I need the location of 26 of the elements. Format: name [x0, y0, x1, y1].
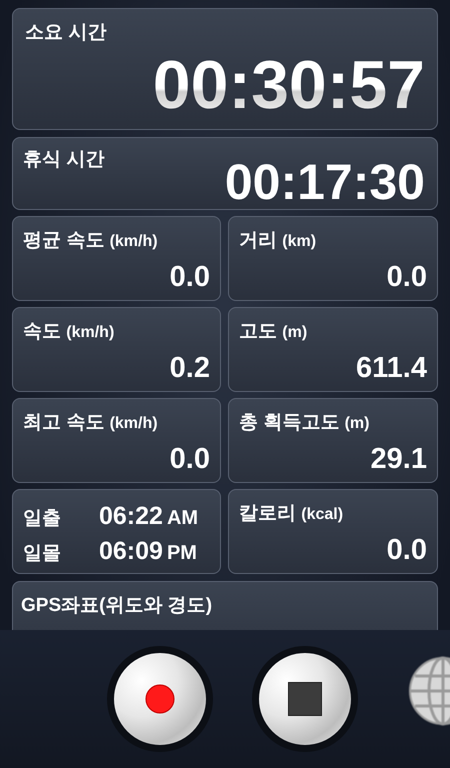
metric-value: 29.1 [370, 444, 427, 476]
metric-value: 0.0 [386, 262, 427, 294]
metric-value: 0.2 [170, 353, 210, 385]
gps-label: GPS좌표(위도와 경도) [21, 595, 212, 616]
metric-label: 고도 (m) [239, 321, 308, 342]
am-pm-label: AM [166, 507, 198, 530]
metric-label: 칼로리 (kcal) [239, 503, 344, 524]
sun-time: 06:22 [99, 502, 163, 531]
record-icon [145, 684, 175, 714]
sun-time: 06:09 [99, 537, 163, 566]
sun-label: 일몰 [23, 542, 62, 566]
metric-value: 0.0 [170, 262, 210, 294]
metric-label: 최고 속도 (km/h) [23, 412, 158, 433]
panel-label: 소요 시간 [25, 22, 106, 43]
metric-value: 0.0 [386, 535, 427, 567]
panel-label: 휴식 시간 [23, 149, 104, 170]
metric-label: 총 획득고도 (m) [239, 412, 370, 433]
metric-label: 거리 (km) [239, 230, 316, 251]
stop-icon [288, 682, 322, 716]
metric-value: 611.4 [356, 353, 427, 385]
metric-label: 속도 (km/h) [23, 321, 114, 342]
am-pm-label: PM [166, 542, 197, 565]
metric-value: 0.0 [170, 444, 210, 476]
sun-label: 일출 [23, 507, 62, 531]
rest-time: 00:17:30 [224, 157, 425, 207]
metric-label: 평균 속도 (km/h) [23, 230, 158, 251]
